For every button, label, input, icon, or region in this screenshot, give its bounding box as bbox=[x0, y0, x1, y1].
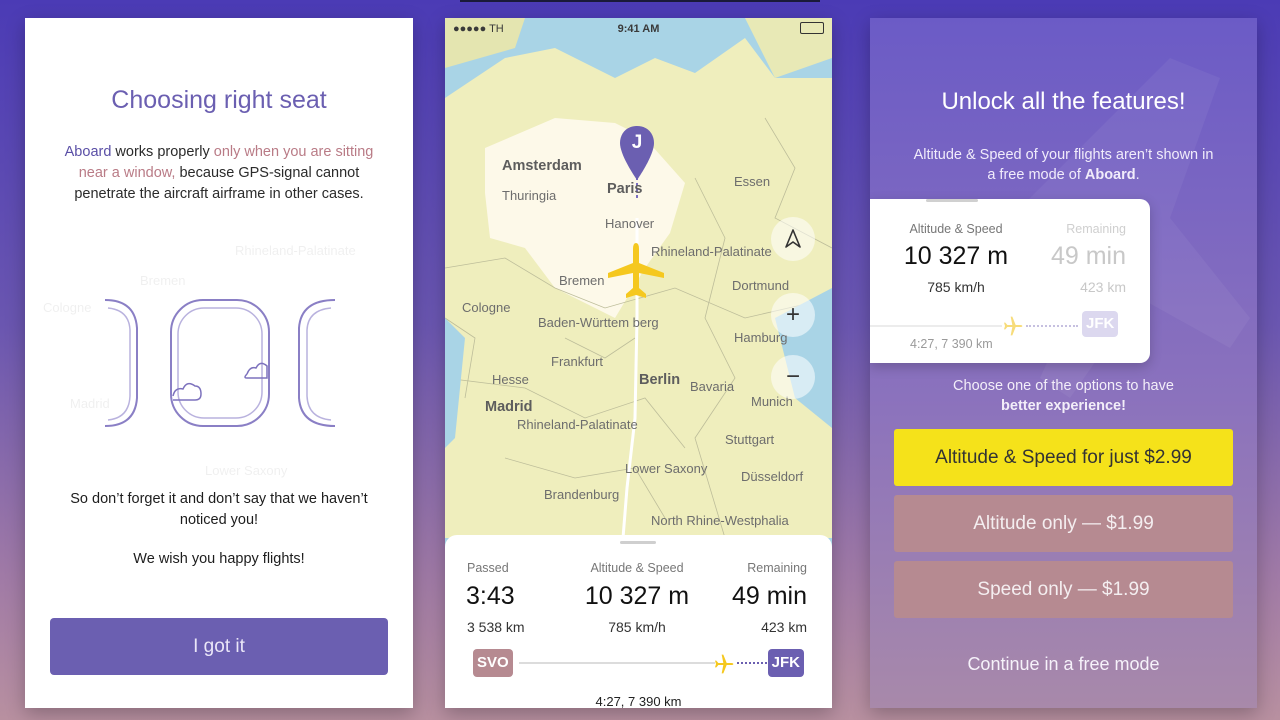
got-it-button[interactable]: I got it bbox=[50, 618, 388, 675]
airplane-windows-illustration bbox=[104, 299, 336, 427]
map-label: Paris bbox=[607, 181, 643, 197]
map-label: Frankfurt bbox=[551, 354, 604, 369]
map-label: Berlin bbox=[639, 372, 681, 388]
status-time: 9:41 AM bbox=[617, 23, 660, 35]
remaining-label: Remaining bbox=[1066, 222, 1126, 236]
paywall-subtitle: Altitude & Speed of your flights aren’t … bbox=[913, 147, 1214, 183]
brand-name: Aboard bbox=[1084, 167, 1136, 183]
compass-button[interactable] bbox=[771, 217, 815, 261]
altitude-speed-purchase-button[interactable]: Altitude & Speed for just $2.99 bbox=[894, 429, 1233, 486]
cloud-icon bbox=[172, 382, 202, 401]
map-label: Stuttgart bbox=[725, 432, 775, 447]
ghost-map-text: Lower Saxony bbox=[205, 463, 288, 478]
altitude-value: 10 327 m bbox=[903, 242, 1009, 270]
map-label: Hanover bbox=[605, 216, 655, 231]
ghost-map-text: Bremen bbox=[140, 273, 186, 288]
map-label: North Rhine-Westphalia bbox=[651, 513, 789, 528]
compass-arrow-icon bbox=[785, 229, 801, 248]
route-summary: 4:27, 7 390 km bbox=[910, 337, 993, 351]
remaining-distance: 423 km bbox=[1080, 279, 1126, 295]
cloud-icon bbox=[244, 362, 268, 379]
map-label: Rhineland-Palatinate bbox=[651, 244, 772, 259]
airplane-progress-icon bbox=[715, 654, 734, 674]
destination-pin-label: J bbox=[631, 132, 643, 153]
continue-free-button[interactable]: Continue in a free mode bbox=[870, 654, 1257, 675]
destination-code: JFK bbox=[1082, 311, 1119, 337]
map-label: Lower Saxony bbox=[625, 461, 708, 476]
card-handle bbox=[926, 199, 978, 202]
altitude-only-purchase-button[interactable]: Altitude only — $1.99 bbox=[894, 495, 1233, 552]
flight-stats-sheet[interactable]: Passed 3:43 3 538 km Altitude & Speed 10… bbox=[445, 535, 832, 708]
map-label: Cologne bbox=[462, 300, 511, 315]
map-label: Rhineland-Palatinate bbox=[517, 417, 638, 432]
remaining-label: Remaining bbox=[747, 561, 807, 575]
onboarding-screen: Rhineland-Palatinate Bremen Cologne Madr… bbox=[25, 18, 413, 708]
sheet-drag-handle[interactable] bbox=[620, 541, 656, 544]
brand-name: Aboard bbox=[64, 144, 112, 160]
map-label: Brandenburg bbox=[544, 487, 620, 502]
map-label: Hesse bbox=[492, 372, 529, 387]
battery-icon bbox=[800, 22, 824, 34]
page-title: Unlock all the features! bbox=[941, 88, 1186, 115]
map-label: Bremen bbox=[559, 273, 605, 288]
map-label: Thuringia bbox=[502, 188, 557, 203]
route-line-passed bbox=[870, 325, 1002, 327]
flight-map-screen: ●●●●● TH 9:41 AM Amsterdam Thuringia Par… bbox=[445, 18, 832, 708]
route-progress: SVO JFK bbox=[473, 649, 804, 679]
map-label: Baden-Württem berg bbox=[538, 315, 659, 330]
reminder-text: So don’t forget it and don’t say that we… bbox=[70, 491, 368, 528]
farewell-text: We wish you happy flights! bbox=[133, 551, 305, 567]
map-label: Amsterdam bbox=[502, 158, 582, 174]
speed-only-purchase-button[interactable]: Speed only — $1.99 bbox=[894, 561, 1233, 618]
airplane-progress-icon bbox=[1004, 316, 1023, 336]
map-label: Dortmund bbox=[732, 278, 790, 293]
origin-code: SVO bbox=[473, 649, 513, 677]
map-label: Essen bbox=[734, 174, 771, 189]
status-bar: ●●●●● TH 9:41 AM bbox=[445, 18, 832, 40]
route-line-passed bbox=[519, 662, 715, 664]
zoom-in-button[interactable]: + bbox=[771, 293, 815, 337]
map-label: Bavaria bbox=[690, 379, 735, 394]
altitude-speed-label: Altitude & Speed bbox=[909, 222, 1003, 236]
paywall-screen: Unlock all the features! Altitude & Spee… bbox=[870, 18, 1257, 708]
options-prompt: Choose one of the options to have better… bbox=[953, 378, 1174, 414]
airplane-icon[interactable] bbox=[606, 241, 666, 301]
remaining-time: 49 min bbox=[1050, 242, 1126, 270]
page-title: Choosing right seat bbox=[111, 86, 327, 114]
route-summary: 4:27, 7 390 km bbox=[595, 694, 682, 708]
preview-card: Altitude & Speed 10 327 m 785 km/h Remai… bbox=[870, 199, 1150, 363]
map-label: Madrid bbox=[485, 399, 533, 415]
intro-text: Aboard works properly only when you are … bbox=[64, 144, 374, 202]
zoom-out-button[interactable]: − bbox=[771, 355, 815, 399]
destination-code: JFK bbox=[767, 649, 804, 677]
speed-value: 785 km/h bbox=[927, 279, 985, 295]
map-label: Düsseldorf bbox=[741, 469, 804, 484]
remaining-time: 49 min bbox=[731, 582, 807, 610]
route-line-remaining bbox=[1026, 325, 1078, 327]
remaining-distance: 423 km bbox=[761, 619, 807, 635]
ghost-map-text: Rhineland-Palatinate bbox=[235, 243, 356, 258]
top-divider bbox=[460, 0, 820, 2]
